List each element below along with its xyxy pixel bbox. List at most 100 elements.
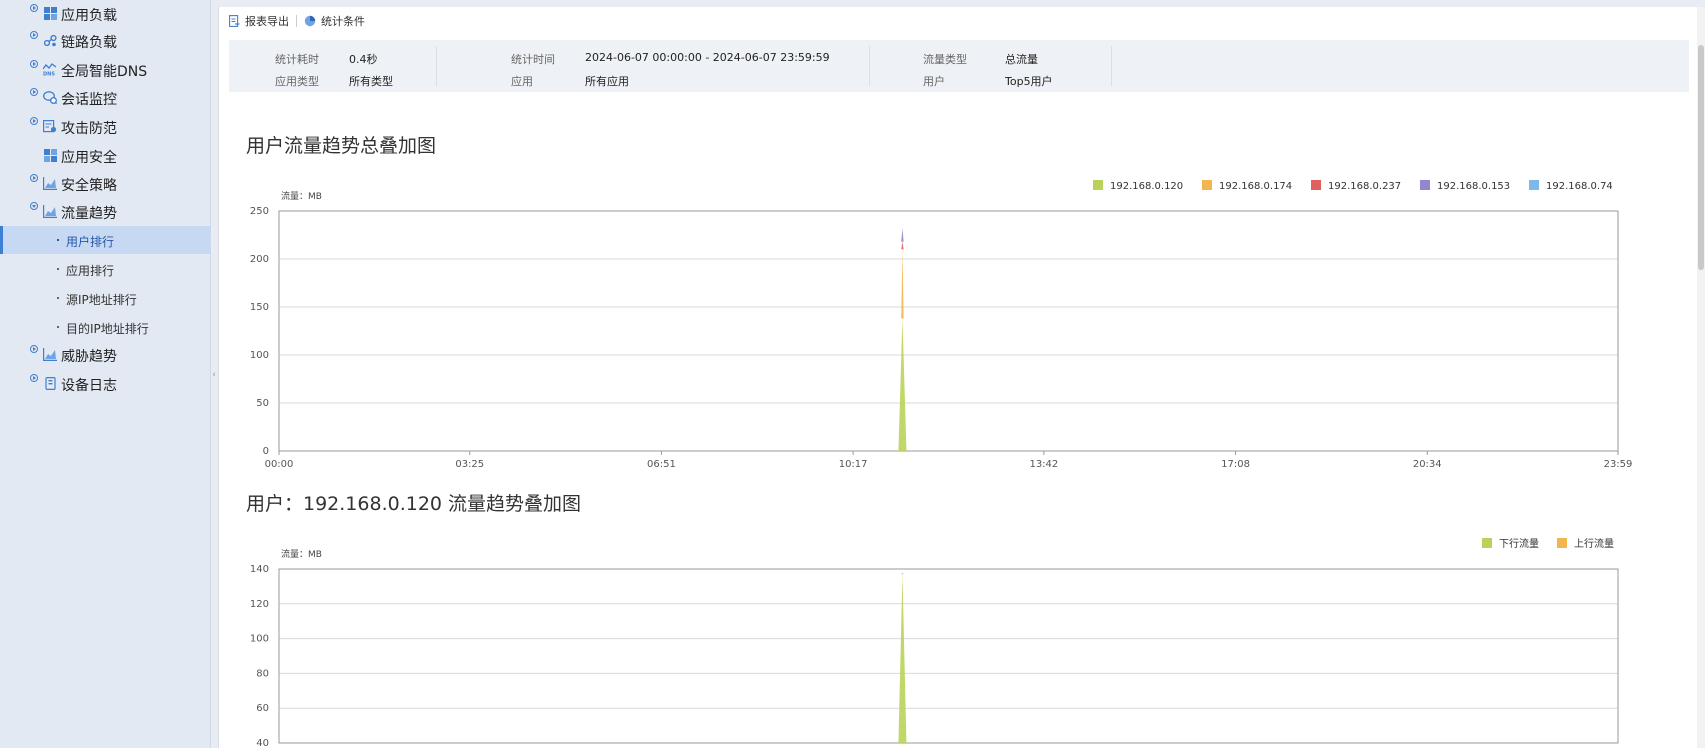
x-tick-label: 06:51 [647, 459, 676, 470]
statistics-conditions-button[interactable]: 统计条件 [304, 13, 365, 29]
unit-label: 流量：MB [281, 548, 322, 560]
x-tick-label: 20:34 [1413, 459, 1442, 470]
sidebar-item-attack-defense[interactable]: 攻击防范 [0, 113, 211, 141]
sidebar-subitem-app-ranking[interactable]: 应用排行 [0, 255, 211, 283]
user-key: 用户 [923, 75, 945, 88]
bullet-icon [57, 268, 59, 270]
user-traffic-stacked-chart: 流量：MB 0 50 100 150 200 250 00:00 03:25 06:51 10:17… [250, 180, 1632, 470]
legend-swatch [1311, 180, 1321, 190]
sidebar-collapse-handle[interactable]: ‹ [211, 360, 217, 390]
sidebar-subitem-label: 应用排行 [66, 264, 115, 278]
expand-icon[interactable] [30, 117, 38, 125]
bullet-icon [57, 239, 59, 241]
sidebar-item-label: 链路负载 [61, 35, 117, 51]
sidebar-subitem-label: 目的IP地址排行 [66, 322, 149, 336]
bullet-icon [57, 297, 59, 299]
app-value: 所有应用 [585, 75, 629, 88]
legend-label: 上行流量 [1574, 537, 1614, 550]
y-tick-label: 100 [250, 634, 269, 645]
sidebar-item-label: 威胁趋势 [61, 349, 117, 365]
collapse-icon[interactable] [30, 202, 38, 210]
user-detail-stacked-chart: 流量：MB 40 60 80 100 120 140 上行流量 下行流量 [250, 537, 1619, 748]
y-tick-label: 120 [250, 599, 269, 610]
expand-icon[interactable] [30, 88, 38, 96]
vertical-scrollbar[interactable] [1697, 7, 1705, 748]
sidebar-item-app-load[interactable]: 应用负载 [0, 0, 211, 28]
x-tick-label: 10:17 [839, 459, 868, 470]
sidebar-subitem-src-ip-ranking[interactable]: 源IP地址排行 [0, 284, 211, 312]
x-tick-label: 13:42 [1029, 459, 1058, 470]
expand-icon[interactable] [30, 31, 38, 39]
sidebar-subitem-user-ranking[interactable]: 用户排行 [0, 226, 211, 254]
series-area [901, 241, 904, 250]
sidebar-item-label: 应用安全 [61, 150, 117, 166]
dns-icon: DNS [43, 63, 57, 76]
sidebar-item-security-policy[interactable]: 安全策略 [0, 170, 211, 198]
app-key: 应用 [511, 75, 533, 88]
y-tick-label: 0 [263, 446, 269, 457]
summary-divider [869, 46, 870, 86]
y-tick-label: 140 [250, 564, 269, 575]
sidebar-item-session-monitor[interactable]: 会话监控 [0, 84, 211, 112]
sidebar-subitem-label: 用户排行 [66, 235, 115, 249]
sidebar-item-app-security[interactable]: 应用安全 [0, 142, 211, 170]
sidebar-item-label: 应用负载 [61, 8, 117, 24]
svg-text:DNS: DNS [43, 72, 55, 77]
x-tick-label: 17:08 [1221, 459, 1250, 470]
unit-label: 流量：MB [281, 190, 322, 202]
legend-label: 192.168.0.120 [1110, 181, 1183, 192]
sidebar-item-device-log[interactable]: 设备日志 [0, 370, 211, 398]
summary-divider [436, 46, 437, 86]
traffic-trend-icon [43, 205, 57, 218]
bullet-icon [57, 326, 59, 328]
y-tick-label: 80 [256, 668, 269, 679]
legend-label: 192.168.0.237 [1328, 181, 1401, 192]
sidebar-item-label: 攻击防范 [61, 121, 117, 137]
expand-icon[interactable] [30, 174, 38, 182]
expand-icon[interactable] [30, 345, 38, 353]
stat-time-key: 统计时间 [511, 53, 555, 66]
y-tick-label: 250 [250, 206, 269, 217]
series-area [898, 318, 907, 451]
y-tick-label: 60 [256, 703, 269, 714]
traffic-type-value: 总流量 [1005, 53, 1038, 66]
export-report-label: 报表导出 [245, 15, 289, 28]
sidebar-item-traffic-trend[interactable]: 流量趋势 [0, 198, 211, 226]
legend-swatch [1093, 180, 1103, 190]
session-monitor-icon [43, 91, 57, 104]
sidebar-item-label: 全局智能DNS [61, 64, 148, 80]
sidebar-subitem-label: 源IP地址排行 [66, 293, 137, 307]
y-tick-label: 50 [256, 398, 269, 409]
elapsed-key: 统计耗时 [275, 53, 319, 66]
legend-label: 192.168.0.153 [1437, 181, 1510, 192]
toolbar-divider [296, 15, 297, 27]
expand-icon[interactable] [30, 4, 38, 12]
main-panel: 报表导出 统计条件 统计耗时 0.4秒 应用类型 所有类型 统计时间 2024-… [218, 7, 1698, 748]
pie-chart-icon [304, 15, 316, 27]
app-type-key: 应用类型 [275, 75, 319, 88]
legend-label: 192.168.0.74 [1546, 181, 1613, 192]
export-report-button[interactable]: 报表导出 [229, 13, 289, 29]
sidebar-item-link-load[interactable]: 链路负载 [0, 27, 211, 55]
sidebar-item-threat-trend[interactable]: 威胁趋势 [0, 341, 211, 369]
expand-icon[interactable] [30, 60, 38, 68]
sidebar-item-global-dns[interactable]: DNS 全局智能DNS [0, 56, 211, 84]
legend-swatch [1557, 538, 1567, 548]
sidebar-subitem-dst-ip-ranking[interactable]: 目的IP地址排行 [0, 313, 211, 341]
series-area [901, 228, 904, 242]
sidebar-item-label: 流量趋势 [61, 206, 117, 222]
link-load-icon [43, 34, 57, 47]
x-tick-label: 03:25 [455, 459, 484, 470]
series-area [901, 572, 904, 575]
scrollbar-thumb[interactable] [1698, 45, 1704, 270]
expand-icon[interactable] [30, 374, 38, 382]
attack-defense-icon [43, 120, 57, 133]
sidebar-item-label: 安全策略 [61, 178, 117, 194]
series-area [898, 574, 907, 743]
legend-swatch [1482, 538, 1492, 548]
y-tick-label: 200 [250, 254, 269, 265]
statistics-conditions-label: 统计条件 [321, 15, 365, 28]
legend-label: 下行流量 [1499, 537, 1539, 550]
chart-title: 用户流量趋势总叠加图 [246, 135, 437, 157]
plot-frame [278, 568, 1619, 744]
